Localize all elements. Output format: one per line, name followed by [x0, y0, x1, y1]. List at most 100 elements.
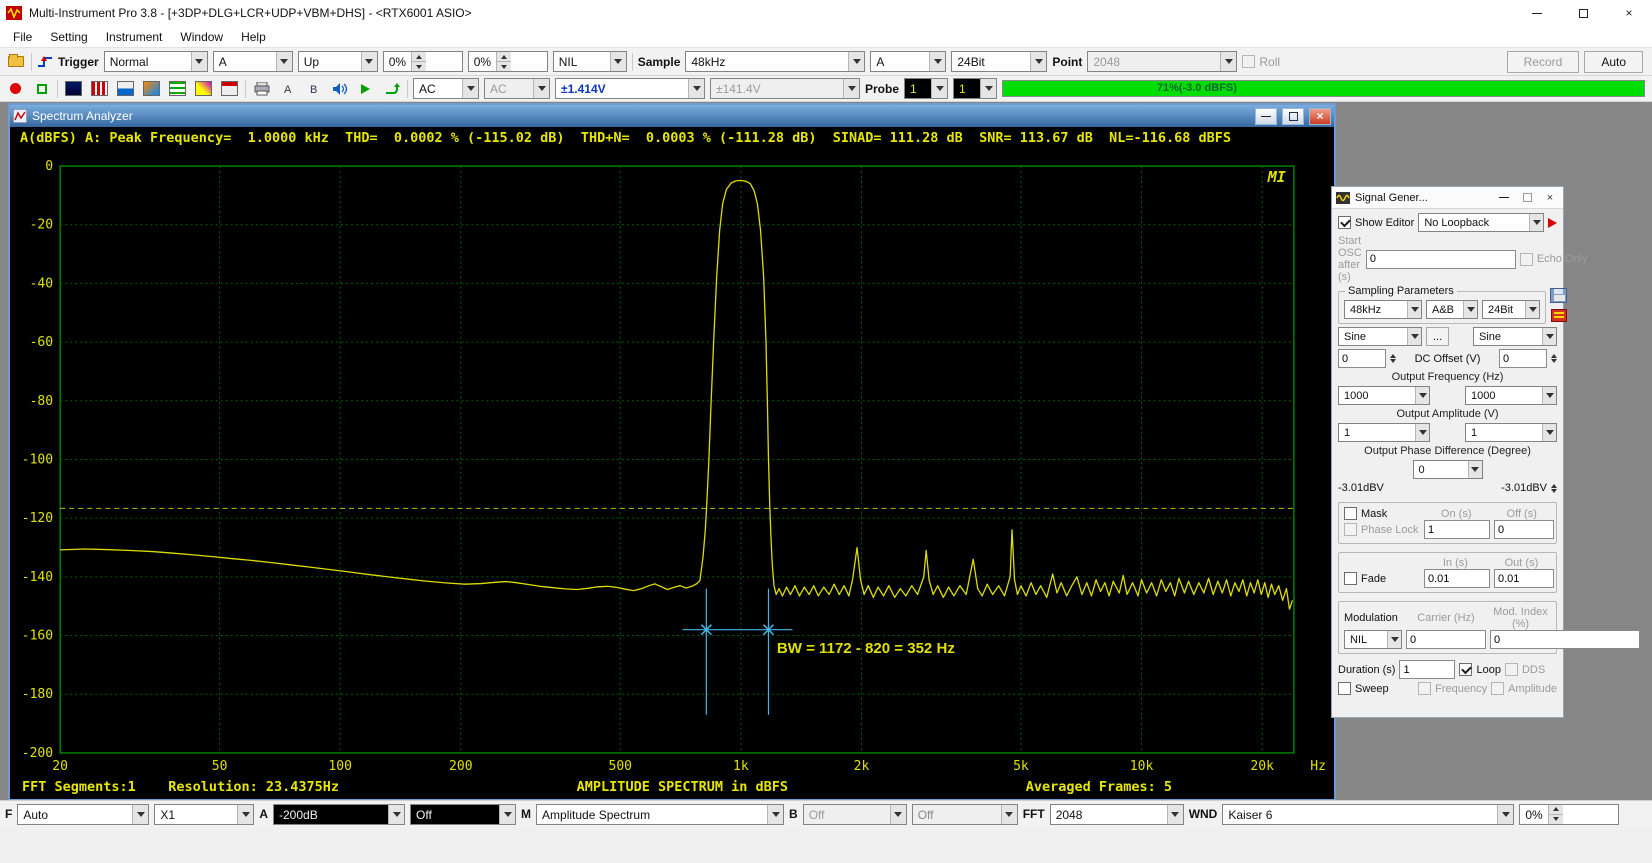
duration-input[interactable]	[1399, 660, 1455, 679]
trigger-source-select[interactable]: A	[213, 51, 293, 72]
fft-size-select[interactable]: 2048	[1050, 804, 1184, 825]
sampling-rate-select[interactable]: 48kHz	[685, 51, 865, 72]
generator-run-button[interactable]	[1548, 218, 1557, 228]
dc-offset-b-input[interactable]	[1499, 349, 1547, 368]
fade-out-input[interactable]	[1494, 569, 1554, 588]
sweep-amplitude-checkbox[interactable]: Amplitude	[1491, 682, 1557, 695]
sound-output-button[interactable]	[329, 79, 350, 99]
open-file-button[interactable]	[5, 52, 26, 72]
mod-index-input[interactable]	[1490, 630, 1640, 649]
spectrum-window-titlebar[interactable]: Spectrum Analyzer ×	[10, 105, 1334, 127]
oscilloscope-button[interactable]	[63, 79, 84, 99]
auto-button[interactable]: Auto	[1584, 51, 1643, 73]
step-down-icon[interactable]	[412, 61, 426, 71]
maximize-button[interactable]	[1518, 190, 1536, 206]
close-button[interactable]: ×	[1541, 190, 1559, 206]
mask-checkbox[interactable]: Mask	[1344, 507, 1420, 520]
trigger-delay-stepper[interactable]: 0%	[468, 51, 548, 72]
range-a-select[interactable]: ±1.414V	[555, 78, 705, 99]
trigger-mode-select[interactable]: Normal	[104, 51, 208, 72]
step-down-icon[interactable]	[497, 61, 511, 71]
x-zoom-select[interactable]: X1	[154, 804, 254, 825]
window-function-select[interactable]: Kaiser 6	[1222, 804, 1514, 825]
minimize-button[interactable]	[1514, 0, 1560, 26]
fade-in-input[interactable]	[1424, 569, 1490, 588]
open-editor-button[interactable]	[1551, 309, 1567, 322]
roll-checkbox[interactable]: Roll	[1242, 55, 1280, 69]
mask-off-input[interactable]	[1494, 520, 1554, 539]
phase-lock-checkbox[interactable]: Phase Lock	[1344, 523, 1420, 536]
display-mode-select[interactable]: Amplitude Spectrum	[536, 804, 784, 825]
x-axis-mode-select[interactable]: Auto	[17, 804, 149, 825]
record-points-select[interactable]: 2048	[1087, 51, 1237, 72]
dc-offset-a-input[interactable]	[1338, 349, 1386, 368]
data-logger-button[interactable]	[167, 79, 188, 99]
generator-rate-select[interactable]: 48kHz	[1344, 300, 1422, 319]
print-button[interactable]	[251, 79, 272, 99]
trigger-edge-select[interactable]: Up	[298, 51, 378, 72]
step-up-icon[interactable]	[412, 52, 426, 61]
sampling-channel-select[interactable]: A	[870, 51, 946, 72]
mask-on-input[interactable]	[1424, 520, 1490, 539]
loop-checkbox[interactable]: Loop	[1459, 663, 1500, 676]
pause-button[interactable]	[31, 79, 52, 99]
generator-channels-select[interactable]: A&B	[1426, 300, 1478, 319]
range-b-select[interactable]: ±141.4V	[710, 78, 860, 99]
device-test-plan-button[interactable]	[219, 79, 240, 99]
frequency-b-combo[interactable]: 1000	[1465, 386, 1557, 405]
overlap-stepper[interactable]: 0%	[1519, 804, 1619, 825]
echo-only-checkbox[interactable]: Echo Only	[1520, 253, 1588, 266]
step-down-icon[interactable]	[1549, 814, 1563, 824]
trigger-level-stepper[interactable]: 0%	[383, 51, 463, 72]
spectrum-plot[interactable]: 20501002005001k2k5k10k20k0-20-40-60-80-1…	[10, 148, 1334, 779]
label-a-button[interactable]: A	[277, 79, 298, 99]
phase-difference-combo[interactable]: 0	[1413, 460, 1483, 479]
menu-window[interactable]: Window	[171, 28, 232, 46]
step-up-icon[interactable]	[497, 52, 511, 61]
dc-offset-a-stepper[interactable]	[1390, 354, 1396, 363]
amplitude-a-combo[interactable]: 1	[1338, 423, 1430, 442]
sampling-bits-select[interactable]: 24Bit	[951, 51, 1047, 72]
multimeter-button[interactable]	[115, 79, 136, 99]
b-shift-select[interactable]: Off	[912, 804, 1018, 825]
menu-file[interactable]: File	[4, 28, 41, 46]
probe-a-select[interactable]: 1	[904, 78, 948, 99]
dc-offset-b-stepper[interactable]	[1551, 354, 1557, 363]
sweep-frequency-checkbox[interactable]: Frequency	[1418, 682, 1487, 695]
loopback-button[interactable]	[381, 79, 402, 99]
b-range-select[interactable]: Off	[803, 804, 907, 825]
probe-b-select[interactable]: 1	[953, 78, 997, 99]
start-osc-input[interactable]	[1366, 250, 1516, 269]
label-b-button[interactable]: B	[303, 79, 324, 99]
menu-help[interactable]: Help	[232, 28, 275, 46]
record-button[interactable]: Record	[1507, 51, 1580, 73]
trigger-hpf-select[interactable]: NIL	[553, 51, 627, 72]
close-button[interactable]: ×	[1309, 108, 1331, 125]
close-button[interactable]: ×	[1606, 0, 1652, 26]
run-stop-button[interactable]	[5, 79, 26, 99]
step-up-icon[interactable]	[1549, 805, 1563, 814]
spectrum-chart[interactable]: 20501002005001k2k5k10k20k0-20-40-60-80-1…	[10, 148, 1334, 779]
waveform-b-select[interactable]: Sine	[1473, 327, 1557, 346]
generator-bits-select[interactable]: 24Bit	[1482, 300, 1540, 319]
save-signal-button[interactable]	[1550, 288, 1567, 303]
a-range-select[interactable]: -200dB	[273, 804, 405, 825]
coupling-b-select[interactable]: AC	[484, 78, 550, 99]
maximize-button[interactable]	[1560, 0, 1606, 26]
waveform-a-select[interactable]: Sine	[1338, 327, 1422, 346]
signal-generator-titlebar[interactable]: Signal Gener... ×	[1332, 187, 1563, 209]
lcr-meter-button[interactable]	[193, 79, 214, 99]
spectrum-analyzer-button[interactable]	[89, 79, 110, 99]
carrier-input[interactable]	[1406, 630, 1486, 649]
coupling-a-select[interactable]: AC	[413, 78, 479, 99]
restore-button[interactable]	[1282, 108, 1304, 125]
show-editor-checkbox[interactable]: Show Editor	[1338, 216, 1414, 229]
more-waveform-button[interactable]: ...	[1426, 327, 1449, 346]
dbv-stepper[interactable]	[1551, 484, 1557, 493]
sweep-checkbox[interactable]: Sweep	[1338, 682, 1389, 695]
amplitude-b-combo[interactable]: 1	[1465, 423, 1557, 442]
frequency-a-combo[interactable]: 1000	[1338, 386, 1430, 405]
minimize-button[interactable]	[1255, 108, 1277, 125]
modulation-type-select[interactable]: NIL	[1344, 630, 1402, 649]
minimize-button[interactable]	[1495, 190, 1513, 206]
